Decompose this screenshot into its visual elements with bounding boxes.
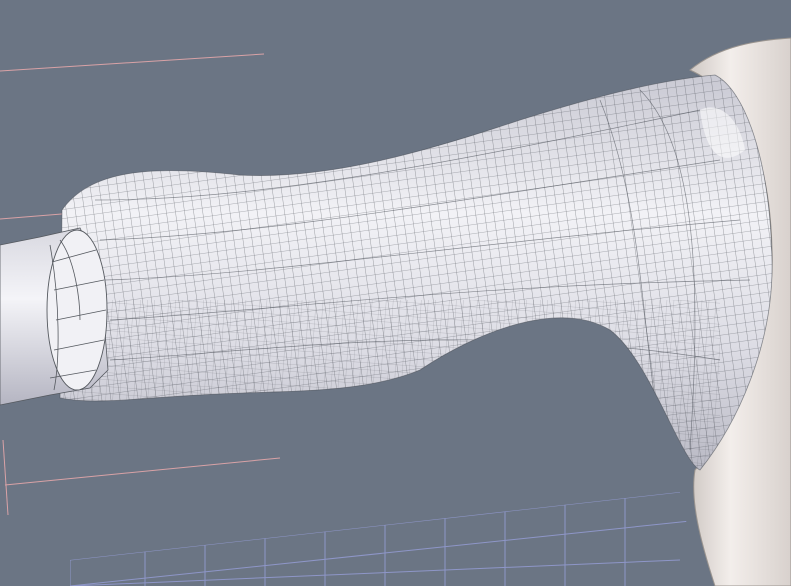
guide-line-top [0,53,265,72]
3d-viewport[interactable] [0,0,791,586]
floor-grid [70,492,700,586]
wrist-cylinder [0,227,109,406]
guide-line-bottom [4,457,281,486]
viewport-canvas[interactable] [0,0,791,586]
wireframe-overlay [60,75,773,470]
guide-line-vertical [2,439,9,516]
